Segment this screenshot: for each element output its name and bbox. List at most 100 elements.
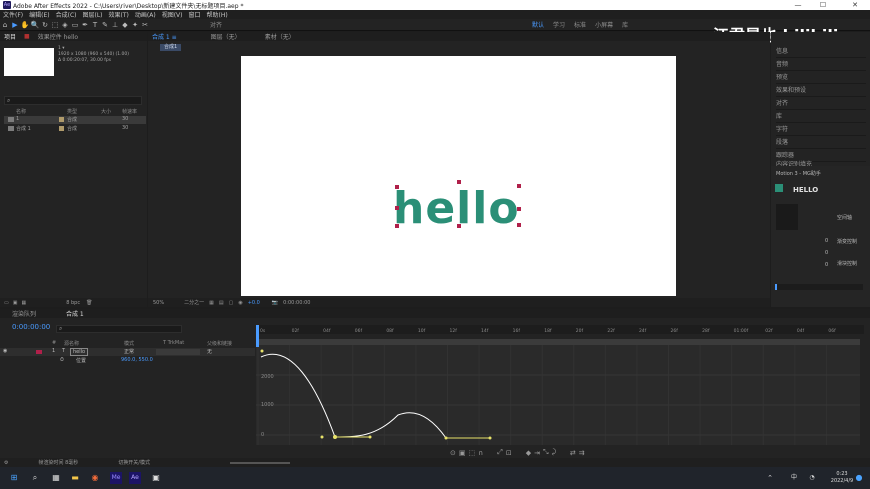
panel-libraries[interactable]: 库	[776, 110, 866, 123]
task-view-icon[interactable]: ▦	[50, 472, 62, 484]
col-type[interactable]: 类型	[67, 108, 77, 115]
after-effects-taskbar-icon[interactable]: Ae	[129, 472, 141, 484]
tab-composition[interactable]: 合成 1 ≡	[152, 32, 177, 41]
tab-effect-controls[interactable]: 效果控件 hello	[38, 32, 78, 41]
menu-effect[interactable]: 效果(T)	[109, 10, 129, 19]
rotate-tool-icon[interactable]: ↻	[40, 20, 50, 30]
panel-info[interactable]: 信息	[776, 45, 866, 58]
motion-label-3[interactable]: 滑块控制	[837, 260, 857, 267]
hand-tool-icon[interactable]: ✋	[20, 20, 30, 30]
position-property-row[interactable]: ⏱ 位置 960.0, 550.0	[0, 357, 255, 365]
visibility-eye-icon[interactable]: ◉	[3, 348, 7, 354]
file-explorer-icon[interactable]: ▬	[69, 472, 81, 484]
new-comp-icon[interactable]: ▦	[21, 300, 26, 306]
keyframe-handle[interactable]	[320, 435, 324, 439]
menu-edit[interactable]: 编辑(E)	[29, 10, 49, 19]
tab-footage[interactable]: 素材（无）	[265, 32, 295, 41]
rectangle-tool-icon[interactable]: ▭	[70, 20, 80, 30]
windows-start-icon[interactable]: ⊞	[8, 472, 20, 484]
transform-handle[interactable]	[517, 184, 521, 188]
puppet-tool-icon[interactable]: ✂	[140, 20, 150, 30]
property-value[interactable]: 960.0, 550.0	[121, 357, 153, 363]
tab-layer[interactable]: 图层（无）	[211, 32, 241, 41]
layer-label-color[interactable]	[36, 350, 42, 354]
keyframe[interactable]	[488, 436, 492, 440]
text-color-swatch[interactable]	[775, 184, 783, 192]
interpret-footage-icon[interactable]: ▭	[4, 300, 9, 306]
panel-preview[interactable]: 预览	[776, 71, 866, 84]
col-trkmat[interactable]: T TrkMat	[163, 340, 184, 346]
linear-keyframe-icon[interactable]: ⤡	[543, 448, 549, 457]
graph-options-icon[interactable]: ▣	[459, 449, 466, 457]
time-ruler[interactable]	[256, 325, 864, 334]
panel-align[interactable]: 对齐	[776, 97, 866, 110]
col-parent[interactable]: 父级和链接	[207, 340, 232, 347]
hold-keyframe-icon[interactable]: ⇥	[534, 449, 540, 457]
project-search-input[interactable]: ⌕	[4, 96, 142, 105]
motion-label-2[interactable]: 渐变控制	[837, 238, 857, 245]
layer-mode-dropdown[interactable]: 正常	[124, 348, 134, 355]
workspace-libraries[interactable]: 库	[622, 20, 628, 29]
bit-depth-label[interactable]: 8 bpc	[66, 300, 80, 306]
transform-handle[interactable]	[395, 185, 399, 189]
transform-handle[interactable]	[395, 206, 399, 210]
keyframe-handle[interactable]	[444, 436, 448, 440]
grid-icon[interactable]: ▦	[209, 300, 214, 306]
comp-chip[interactable]: 合成1	[160, 44, 182, 51]
new-folder-icon[interactable]: ▣	[13, 300, 18, 306]
comp-flow-icon[interactable]: ⚙	[4, 460, 8, 466]
transform-handle[interactable]	[457, 224, 461, 228]
tab-render-queue[interactable]: 渲染队列	[12, 309, 36, 318]
resolution-dropdown[interactable]: 二分之一	[184, 299, 204, 306]
region-of-interest-icon[interactable]: ▢	[229, 300, 234, 306]
panel-audio[interactable]: 音频	[776, 58, 866, 71]
graph-editor[interactable]: 0s 02f 04f 06f 08f 10f 12f 14f 16f 18f 20f 22f 24f 26…	[256, 325, 864, 445]
exposure-value[interactable]: +0.0	[248, 300, 260, 306]
easy-ease-icon[interactable]: ⇄	[570, 449, 576, 457]
maximize-button[interactable]: ☐	[811, 0, 835, 10]
camera-tool-icon[interactable]: ⬚	[50, 20, 60, 30]
toggle-switches-modes[interactable]: 切换开关/模式	[118, 459, 150, 466]
col-source-name[interactable]: 源名称	[64, 340, 79, 347]
project-item-row[interactable]: 1 合成 30	[4, 116, 146, 124]
fit-all-icon[interactable]: ⊡	[506, 449, 512, 457]
eraser-tool-icon[interactable]: ◆	[120, 20, 130, 30]
col-name[interactable]: 名称	[16, 108, 26, 115]
col-frame-rate[interactable]: 帧速率	[122, 108, 137, 115]
zoom-tool-icon[interactable]: 🔍	[30, 20, 40, 30]
snapshot-icon[interactable]: 📷	[272, 300, 278, 306]
fit-selection-icon[interactable]: ⤢	[497, 448, 503, 457]
notification-icon[interactable]: ●	[853, 472, 865, 484]
parent-dropdown[interactable]: 无	[207, 348, 212, 355]
tray-chevron-icon[interactable]: ⌃	[764, 472, 776, 484]
pan-behind-tool-icon[interactable]: ◈	[60, 20, 70, 30]
app-icon-generic[interactable]: ▣	[150, 472, 162, 484]
input-language[interactable]: 中	[788, 472, 800, 484]
home-icon[interactable]: ⌂	[0, 20, 10, 30]
motion-label-1[interactable]: 空间轴	[837, 214, 852, 221]
roto-brush-tool-icon[interactable]: ✦	[130, 20, 140, 30]
clone-stamp-tool-icon[interactable]: ⊥	[110, 20, 120, 30]
minimize-button[interactable]: —	[786, 0, 810, 10]
stopwatch-icon[interactable]: ⏱	[60, 357, 64, 363]
transform-handle[interactable]	[517, 207, 521, 211]
transform-handle[interactable]	[517, 223, 521, 227]
motion-anchor-grid[interactable]	[776, 204, 798, 230]
transparency-grid-icon[interactable]: ▤	[219, 300, 224, 306]
current-time-display[interactable]: 0:00:00:00	[12, 323, 50, 331]
transform-box-icon[interactable]: ⬚	[469, 449, 476, 457]
color-channel-icon[interactable]: ◉	[238, 300, 242, 306]
playhead[interactable]	[256, 325, 259, 347]
panel-character[interactable]: 字符	[776, 123, 866, 136]
tab-comp-timeline[interactable]: 合成 1	[66, 309, 84, 318]
auto-bezier-icon[interactable]: ⤸	[552, 448, 556, 457]
motion-value-1[interactable]: 0	[825, 238, 828, 244]
layer-row[interactable]: ◉ 1 T hello 正常 无	[0, 348, 255, 356]
menu-composition[interactable]: 合成(C)	[56, 10, 77, 19]
pen-tool-icon[interactable]: ✒	[80, 20, 90, 30]
trkmat-dropdown[interactable]	[156, 349, 200, 355]
edit-keyframe-icon[interactable]: ◆	[526, 449, 531, 457]
selection-tool-icon[interactable]: ▶	[10, 20, 20, 30]
panel-paragraph[interactable]: 段落	[776, 136, 866, 149]
workspace-default[interactable]: 默认	[532, 20, 544, 29]
